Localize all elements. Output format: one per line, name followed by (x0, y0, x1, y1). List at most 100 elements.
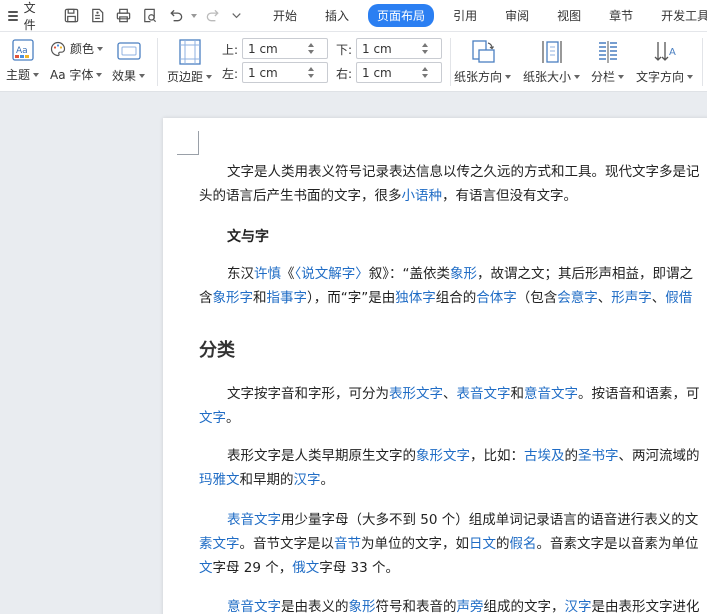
text-run: ），而“字”是由 (307, 290, 396, 306)
subheading: 文与字 (227, 229, 269, 245)
text-run: 叙》：“盖依类 (368, 266, 450, 282)
columns-button[interactable]: 分栏 (591, 38, 625, 85)
hyperlink[interactable]: 象形文字 (416, 448, 470, 464)
text-run: 和 (253, 290, 267, 306)
margin-bottom-input[interactable] (357, 39, 419, 58)
print-icon[interactable] (111, 5, 135, 27)
hyperlink[interactable]: 意音文字 (524, 386, 578, 402)
hyperlink[interactable]: 表音文字 (227, 512, 281, 528)
theme-button[interactable]: Aa 主题 (6, 38, 40, 83)
hyperlink[interactable]: 圣书字 (578, 448, 619, 464)
customize-toolbar-icon[interactable] (227, 5, 245, 27)
tab-review[interactable]: 审阅 (496, 4, 538, 27)
tab-references[interactable]: 引用 (444, 4, 486, 27)
ribbon-tabs: 开始 插入 页面布局 引用 审阅 视图 章节 开发工具 (264, 0, 707, 31)
margin-bottom-field[interactable] (356, 38, 442, 59)
hyperlink[interactable]: 汉字 (565, 599, 592, 614)
margin-top-spinner[interactable] (305, 39, 317, 58)
hyperlink[interactable]: 象形 (349, 599, 376, 614)
hyperlink[interactable]: 声旁 (457, 599, 484, 614)
hyperlink[interactable]: 合体字 (476, 290, 517, 306)
columns-icon (598, 41, 617, 63)
document-area[interactable]: 文字是人类用表义符号记录表达信息以传之久远的方式和工具。现代文字多是记 头的语言… (0, 92, 707, 614)
margin-bottom-spinner[interactable] (419, 39, 431, 58)
undo-dropdown-icon[interactable] (189, 5, 199, 27)
menu-bar: 文件 开始 插入 页面布局 引用 审阅 视图 章节 开发工具 (0, 0, 707, 32)
effects-label: 效果 (112, 69, 137, 83)
text-run: （包含 (516, 290, 558, 306)
hyperlink[interactable]: 俄文 (292, 560, 319, 576)
redo-icon[interactable] (201, 5, 225, 27)
tab-home[interactable]: 开始 (264, 4, 306, 27)
tab-view[interactable]: 视图 (548, 4, 590, 27)
text-run: 组成的文字， (483, 599, 565, 614)
text-run: 和 (510, 386, 525, 402)
margin-top-input[interactable] (243, 39, 305, 58)
hyperlink[interactable]: 素文字 (199, 536, 240, 552)
margin-top-field[interactable] (242, 38, 328, 59)
orientation-button[interactable]: 纸张方向 (454, 38, 512, 85)
font-label: Aa 字体 (50, 68, 94, 82)
paper-size-icon (541, 41, 562, 63)
hyperlink[interactable]: 象形字 (213, 290, 254, 306)
hyperlink[interactable]: 表音文字 (457, 386, 511, 402)
margin-left-field[interactable] (242, 62, 328, 83)
paragraph-line: 意音文字是由表义的象形符号和表音的声旁组成的文字，汉字是由表形文字进化 (227, 598, 700, 614)
hyperlink[interactable]: 会意字 (557, 290, 598, 306)
hyperlink[interactable]: 〈说文解字〉 (295, 266, 369, 282)
margins-button[interactable]: 页边距 (167, 38, 213, 85)
file-menu[interactable]: 文件 (0, 0, 48, 32)
margin-right-input[interactable] (357, 63, 419, 82)
tab-section[interactable]: 章节 (600, 4, 642, 27)
text-run: 组合的 (435, 290, 477, 306)
print-preview-icon[interactable] (137, 5, 161, 27)
paragraph-line: 文字母 29 个，俄文字母 33 个。 (199, 559, 399, 577)
text-run: 、 (443, 386, 457, 402)
palette-icon (50, 41, 66, 56)
paragraph-line: 素文字。音节文字是以音节为单位的文字，如日文的假名。音素文字是以音素为单位 (199, 535, 699, 553)
tab-page-layout[interactable]: 页面布局 (368, 4, 435, 27)
hyperlink[interactable]: 玛雅文 (199, 472, 240, 488)
margin-left-input[interactable] (243, 63, 305, 82)
effects-button[interactable]: 效果 (112, 40, 146, 84)
paragraph-line: 文字按字音和字形，可分为表形文字、表音文字和意音文字。按语音和语素，可 (227, 385, 700, 403)
margin-right-spinner[interactable] (419, 63, 431, 82)
hyperlink[interactable]: 日文 (469, 536, 496, 552)
hamburger-icon (8, 10, 18, 21)
undo-icon[interactable] (163, 5, 187, 27)
tab-developer[interactable]: 开发工具 (652, 4, 707, 27)
hyperlink[interactable]: 形声字 (611, 290, 652, 306)
text-run: 含 (199, 290, 213, 306)
hyperlink[interactable]: 音节 (334, 536, 361, 552)
hyperlink[interactable]: 表形文字 (389, 386, 443, 402)
text-direction-button[interactable]: A 文字方向 (636, 38, 694, 85)
hyperlink[interactable]: 象形 (450, 266, 477, 282)
save-icon[interactable] (59, 5, 83, 27)
hyperlink[interactable]: 许慎 (254, 266, 281, 282)
theme-font-button[interactable]: Aa 字体 (50, 66, 103, 83)
margin-top-label: 上: (222, 43, 239, 57)
hyperlink[interactable]: 指事字 (267, 290, 308, 306)
chevron-down-icon (139, 73, 146, 78)
text-run: 。 (320, 472, 335, 488)
margin-right-field[interactable] (356, 62, 442, 83)
margin-left-spinner[interactable] (305, 63, 317, 82)
export-pdf-icon[interactable] (85, 5, 109, 27)
colors-button[interactable]: 颜色 (50, 40, 104, 57)
hyperlink[interactable]: 小语种 (402, 188, 443, 204)
chevron-down-icon (33, 72, 40, 77)
text-run: 、两河流域的 (618, 448, 700, 464)
hyperlink[interactable]: 独体字 (395, 290, 436, 306)
paper-size-button[interactable]: 纸张大小 (523, 38, 581, 85)
chevron-down-icon (97, 46, 104, 51)
document-page[interactable]: 文字是人类用表义符号记录表达信息以传之久远的方式和工具。现代文字多是记 头的语言… (163, 118, 707, 614)
hyperlink[interactable]: 文字 (199, 410, 226, 426)
hyperlink[interactable]: 意音文字 (227, 599, 281, 614)
hyperlink[interactable]: 古埃及 (524, 448, 565, 464)
hyperlink[interactable]: 假名 (510, 536, 537, 552)
paragraph-line: 玛雅文和早期的汉字。 (199, 471, 334, 489)
hyperlink[interactable]: 文 (199, 560, 213, 576)
hyperlink[interactable]: 假借 (665, 290, 692, 306)
tab-insert[interactable]: 插入 (316, 4, 358, 27)
hyperlink[interactable]: 汉字 (294, 472, 321, 488)
